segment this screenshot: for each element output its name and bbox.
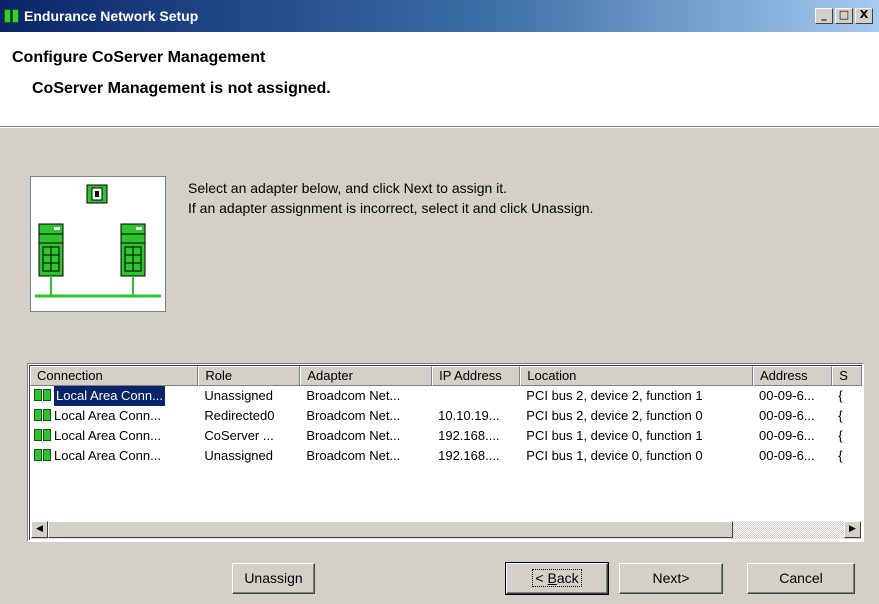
back-button-label: < Back [532,569,582,587]
connection-cell: Local Area Conn... [30,406,198,426]
page-title: Configure CoServer Management [12,49,266,66]
s-cell: { [838,388,843,403]
address-cell: 00-09-6... [758,408,815,423]
address-cell: 00-09-6... [758,388,815,403]
minimize-button[interactable]: _ [815,8,833,24]
horizontal-scrollbar[interactable]: ◀ ▶ [31,521,861,539]
location-cell: PCI bus 2, device 2, function 1 [526,388,703,403]
adapter-list[interactable]: Connection Role Adapter IP Address Locat… [27,363,864,542]
wizard-header: Configure CoServer Management CoServer M… [0,32,879,126]
table-row[interactable]: Local Area Conn... Unassigned Broadcom N… [30,386,862,406]
instruction-line-2: If an adapter assignment is incorrect, s… [188,200,594,216]
back-button[interactable]: < Back [505,562,609,595]
adapter-cell: Broadcom Net... [306,428,401,443]
instructions: Select an adapter below, and click Next … [188,178,593,218]
adapter-cell: Broadcom Net... [306,448,401,463]
location-cell: PCI bus 1, device 0, function 0 [526,448,703,463]
s-cell: { [838,408,843,423]
ip-cell: 192.168.... [438,448,500,463]
ip-cell: 192.168.... [438,428,500,443]
location-cell: PCI bus 2, device 2, function 0 [526,408,703,423]
cancel-button[interactable]: Cancel [747,563,855,594]
window-controls: _ □ X [815,8,873,24]
table-row[interactable]: Local Area Conn... CoServer ... Broadcom… [30,426,862,446]
network-adapter-icon [34,389,52,403]
network-illustration [30,176,166,312]
column-header-location[interactable]: Location [520,366,753,386]
table-row[interactable]: Local Area Conn... Unassigned Broadcom N… [30,446,862,466]
table-row[interactable]: Local Area Conn... Redirected0 Broadcom … [30,406,862,426]
list-header: Connection Role Adapter IP Address Locat… [30,366,862,386]
ip-cell: 10.10.19... [438,408,500,423]
adapter-cell: Broadcom Net... [306,388,401,403]
connection-cell: Local Area Conn... [30,426,198,446]
role-cell: Unassigned [204,388,273,403]
location-cell: PCI bus 1, device 0, function 1 [526,428,703,443]
close-button[interactable]: X [855,8,873,24]
title-bar[interactable]: Endurance Network Setup _ □ X [0,0,879,32]
coserver-network-icon [35,184,161,298]
column-header-s[interactable]: S [832,366,862,386]
column-header-role[interactable]: Role [198,366,301,386]
page-subtitle: CoServer Management is not assigned. [32,80,331,97]
instruction-line-1: Select an adapter below, and click Next … [188,180,508,196]
network-adapter-icon [34,449,52,463]
adapter-cell: Broadcom Net... [306,408,401,423]
address-cell: 00-09-6... [758,448,815,463]
s-cell: { [838,428,843,443]
column-header-connection[interactable]: Connection [30,366,199,386]
s-cell: { [838,448,843,463]
next-button[interactable]: Next> [619,563,723,594]
maximize-button[interactable]: □ [835,8,853,24]
role-cell: Unassigned [204,448,273,463]
connection-cell: Local Area Conn... [30,446,198,466]
scroll-left-button[interactable]: ◀ [31,521,48,538]
window-title: Endurance Network Setup [24,8,199,24]
address-cell: 00-09-6... [758,428,815,443]
scroll-right-button[interactable]: ▶ [844,521,861,538]
connection-cell: Local Area Conn... [30,386,198,406]
scroll-thumb[interactable] [48,521,733,538]
column-header-adapter[interactable]: Adapter [300,366,433,386]
column-header-ip-address[interactable]: IP Address [432,366,521,386]
network-adapter-icon [34,429,52,443]
role-cell: Redirected0 [204,408,275,423]
unassign-button[interactable]: Unassign [232,563,315,594]
scroll-track[interactable] [48,521,844,539]
network-setup-icon [4,9,20,23]
network-adapter-icon [34,409,52,423]
header-divider [0,126,879,128]
role-cell: CoServer ... [204,428,274,443]
column-header-address[interactable]: Address [752,366,833,386]
